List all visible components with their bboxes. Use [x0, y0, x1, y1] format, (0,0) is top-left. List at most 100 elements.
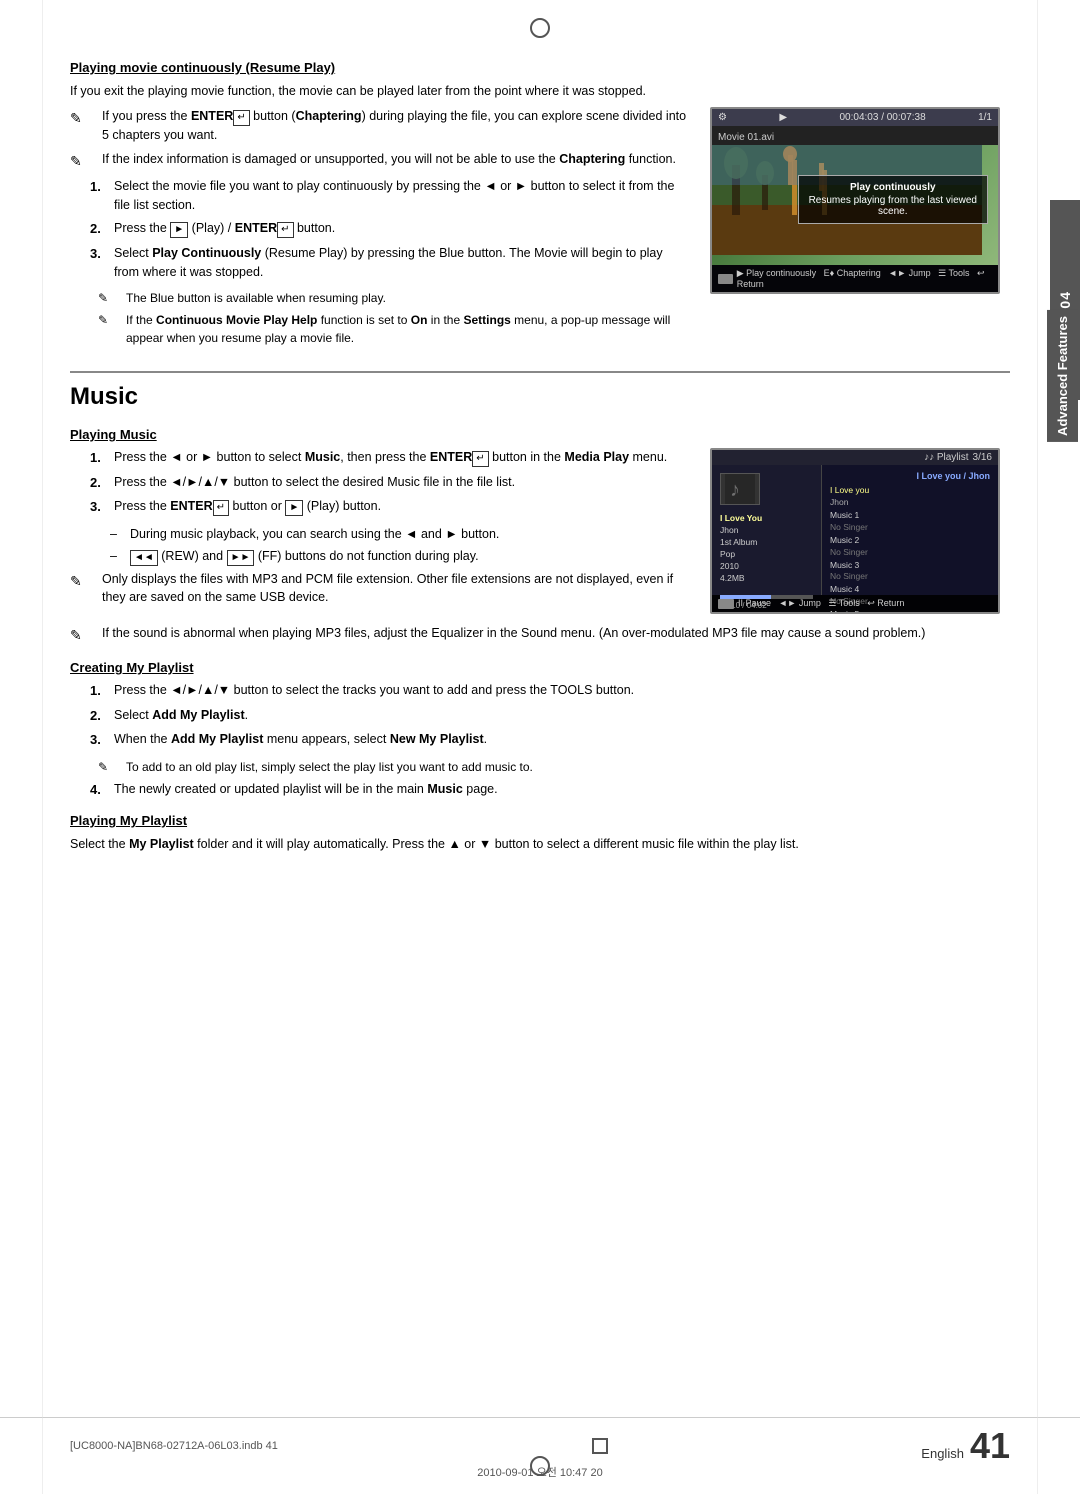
music-step-1: 1. Press the ◄ or ► button to select Mus…	[90, 448, 690, 468]
step-2-text: Press the ► (Play) / ENTER↵ button.	[114, 219, 690, 238]
movie-top-bar: ⚙ ▶ 00:04:03 / 00:07:38 1/1	[712, 109, 998, 126]
creating-playlist-section: Creating My Playlist 1. Press the ◄/►/▲/…	[70, 660, 1010, 799]
playing-my-playlist-title: Playing My Playlist	[70, 813, 1010, 828]
resume-steps: 1. Select the movie file you want to pla…	[90, 177, 690, 282]
playlist-item-1: Music 1No Singer	[830, 510, 990, 534]
song-size: 4.2MB	[720, 573, 813, 585]
playlist-item-0: I Love youJhon	[830, 485, 990, 509]
playlist-step-1-text: Press the ◄/►/▲/▼ button to select the t…	[114, 681, 1010, 700]
music-step-1-text: Press the ◄ or ► button to select Music,…	[114, 448, 690, 467]
movie-page: 1/1	[978, 112, 992, 123]
music-step-3-num: 3.	[90, 497, 114, 517]
music-song-title: I Love You Jhon 1st Album Pop 2010 4.2MB	[720, 513, 813, 584]
creating-note-1: ✎ To add to an old play list, simply sel…	[98, 758, 1010, 776]
movie-bottom-bar: ▶ Play continuously E♦ Chaptering ◄► Jum…	[712, 265, 998, 292]
song-genre: Pop	[720, 549, 813, 561]
sub-note-text-1: The Blue button is available when resumi…	[126, 289, 386, 307]
resume-play-right: ⚙ ▶ 00:04:03 / 00:07:38 1/1 Movie 01.avi	[710, 107, 1010, 351]
music-note-icon-1: ✎	[70, 571, 98, 592]
resume-play-section: Playing movie continuously (Resume Play)…	[70, 60, 1010, 351]
music-step-3: 3. Press the ENTER↵ button or ► (Play) b…	[90, 497, 690, 517]
note-chaptering: ✎ If you press the ENTER↵ button (Chapte…	[70, 107, 690, 145]
music-section: Music Playing Music 1. Press the ◄ or ► …	[70, 371, 1010, 854]
step-1-num: 1.	[90, 177, 114, 197]
song-title: I Love You	[720, 513, 813, 525]
music-dash-2: – ◄◄ (REW) and ►► (FF) buttons do not fu…	[110, 547, 690, 566]
sub-note-icon-2: ✎	[98, 311, 126, 329]
music-step-2-text: Press the ◄/►/▲/▼ button to select the d…	[114, 473, 690, 492]
movie-overlay: Play continuously Resumes playing from t…	[798, 175, 988, 224]
music-step-1-num: 1.	[90, 448, 114, 468]
music-step-2-num: 2.	[90, 473, 114, 493]
note-icon-1: ✎	[70, 108, 98, 129]
playlist-label: ♪♪ Playlist	[924, 452, 968, 463]
movie-icon: ⚙	[718, 112, 727, 123]
sub-note-2: ✎ If the Continuous Movie Play Help func…	[98, 311, 690, 347]
page-container: 04 Advanced Features Playing movie conti…	[0, 0, 1080, 1494]
sub-note-text-2: If the Continuous Movie Play Help functi…	[126, 311, 690, 347]
footer-left-text: [UC8000-NA]BN68-02712A-06L03.indb 41	[70, 1440, 278, 1452]
advanced-features-label: Advanced Features	[1047, 310, 1078, 442]
chapter-label: 04	[1057, 291, 1073, 309]
playing-my-playlist-text: Select the My Playlist folder and it wil…	[70, 834, 1010, 854]
music-album-art: ♪	[720, 473, 760, 505]
playing-music-title: Playing Music	[70, 427, 1010, 442]
resume-play-intro: If you exit the playing movie function, …	[70, 81, 1010, 101]
svg-text:♪: ♪	[730, 479, 740, 501]
music-note-icon-2: ✎	[70, 625, 98, 646]
music-note-2: ✎ If the sound is abnormal when playing …	[70, 624, 1010, 646]
dash-text-1: During music playback, you can search us…	[130, 525, 499, 544]
movie-main-area: Play continuously Resumes playing from t…	[712, 145, 998, 265]
playlist-step-2-num: 2.	[90, 706, 114, 726]
playlist-step-1-num: 1.	[90, 681, 114, 701]
playlist-page: 3/16	[973, 452, 992, 463]
overlay-line1: Play continuously	[809, 182, 977, 193]
movie-filename: Movie 01.avi	[718, 132, 774, 143]
music-dash-list: – During music playback, you can search …	[110, 525, 690, 566]
playlist-step-3-text: When the Add My Playlist menu appears, s…	[114, 730, 1010, 749]
music-right-panel: I Love you / Jhon I Love youJhon Music 1…	[822, 465, 998, 595]
playlist-step-4-text: The newly created or updated playlist wi…	[114, 780, 1010, 799]
music-step-2: 2. Press the ◄/►/▲/▼ button to select th…	[90, 473, 690, 493]
dash-text-2: ◄◄ (REW) and ►► (FF) buttons do not func…	[130, 547, 479, 566]
top-decoration	[530, 18, 550, 38]
music-left: 1. Press the ◄ or ► button to select Mus…	[70, 448, 690, 614]
dash-icon-2: –	[110, 547, 130, 566]
music-note-svg: ♪	[725, 474, 755, 504]
overlay-line2: Resumes playing from the last viewed	[809, 195, 977, 206]
step-1: 1. Select the movie file you want to pla…	[90, 177, 690, 215]
playlist-step-3-num: 3.	[90, 730, 114, 750]
music-sum-btn	[718, 599, 734, 609]
footer-english-label: English	[921, 1446, 964, 1461]
note-index: ✎ If the index information is damaged or…	[70, 150, 690, 172]
creating-note-text: To add to an old play list, simply selec…	[126, 758, 533, 776]
music-left-panel: ♪ I Love You Jhon 1st Album Pop 2010 4.2…	[712, 465, 822, 595]
playlist-step-4: 4. The newly created or updated playlist…	[90, 780, 1010, 800]
resume-play-content: ✎ If you press the ENTER↵ button (Chapte…	[70, 107, 1010, 351]
creating-playlist-title: Creating My Playlist	[70, 660, 1010, 675]
footer-center-circle	[592, 1438, 608, 1454]
overlay-line3: scene.	[809, 206, 977, 217]
music-dash-1: – During music playback, you can search …	[110, 525, 690, 544]
bottom-decoration	[530, 1456, 550, 1476]
playlist-step-2-text: Select Add My Playlist.	[114, 706, 1010, 725]
music-main-area: ♪ I Love You Jhon 1st Album Pop 2010 4.2…	[712, 465, 998, 595]
creating-playlist-step4: 4. The newly created or updated playlist…	[90, 780, 1010, 800]
music-note-text-1: Only displays the files with MP3 and PCM…	[102, 570, 690, 608]
dash-icon-1: –	[110, 525, 130, 544]
left-margin-line	[42, 0, 43, 1494]
music-section-title: Music	[70, 383, 1010, 411]
step-3-text: Select Play Continuously (Resume Play) b…	[114, 244, 690, 282]
music-top-bar: ♪♪ Playlist 3/16	[712, 450, 998, 465]
music-step-3-text: Press the ENTER↵ button or ► (Play) butt…	[114, 497, 690, 516]
music-note-text-2: If the sound is abnormal when playing MP…	[102, 624, 1010, 643]
resume-play-left: ✎ If you press the ENTER↵ button (Chapte…	[70, 107, 690, 351]
resume-play-title: Playing movie continuously (Resume Play)	[70, 60, 1010, 75]
note-icon-2: ✎	[70, 151, 98, 172]
step-1-text: Select the movie file you want to play c…	[114, 177, 690, 215]
playlist-step-2: 2. Select Add My Playlist.	[90, 706, 1010, 726]
creating-note-icon: ✎	[98, 758, 126, 776]
music-playlist-header: I Love you / Jhon	[830, 471, 990, 481]
bottom-bar-text: ▶ Play continuously E♦ Chaptering ◄► Jum…	[737, 268, 992, 289]
movie-time: 00:04:03 / 00:07:38	[839, 112, 925, 123]
